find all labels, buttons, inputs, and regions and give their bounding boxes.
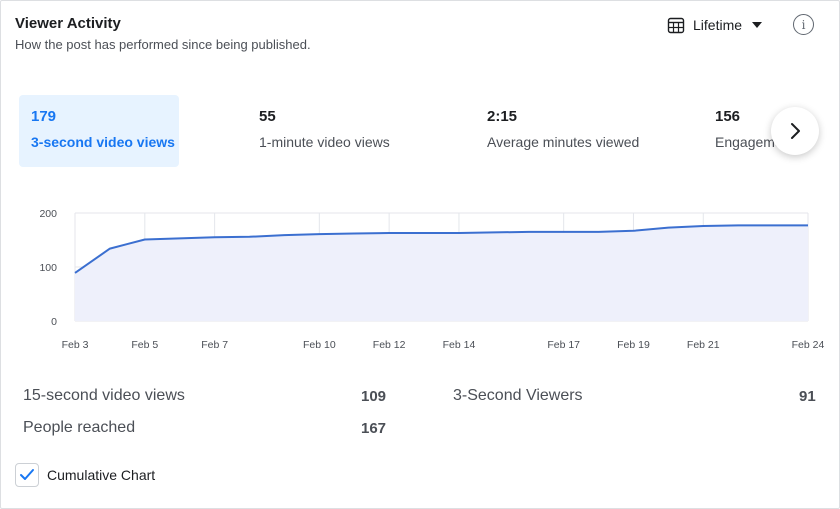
metric-value: 179: [31, 108, 57, 125]
date-range-label: Lifetime: [693, 17, 743, 33]
date-range-dropdown[interactable]: Lifetime: [667, 14, 763, 36]
x-tick-label: Feb 14: [443, 339, 476, 351]
line-chart: 200 100 0 Feb 3 Feb 5 Feb 7 Feb 10 Feb 12 Feb 14…: [39, 208, 825, 351]
cumulative-chart-toggle[interactable]: Cumulative Chart: [15, 462, 155, 488]
x-tick-label: Feb 24: [792, 339, 825, 351]
y-tick-label: 0: [51, 316, 57, 328]
stat-value-people-reached: 167: [361, 420, 387, 437]
metric-label: Average minutes viewed: [487, 134, 640, 150]
metric-tab-average-minutes[interactable]: 2:15 Average minutes viewed: [475, 95, 695, 167]
card-title: Viewer Activity: [15, 15, 121, 32]
x-tick-label: Feb 21: [687, 339, 720, 351]
checkmark-icon: [20, 469, 34, 480]
metric-tab-3-second-views[interactable]: 179 3-second video views: [19, 95, 179, 167]
viewer-activity-chart: 200 100 0 Feb 3 Feb 5 Feb 7 Feb 10 Feb 12 Feb 14…: [1, 191, 840, 361]
card-subtitle: How the post has performed since being p…: [15, 37, 311, 52]
y-tick-label: 200: [39, 208, 57, 220]
x-tick-label: Feb 5: [131, 339, 158, 351]
chevron-right-icon: [791, 123, 800, 139]
stat-value-15-second-views: 109: [361, 388, 387, 405]
metric-tab-1-minute-views[interactable]: 55 1-minute video views: [247, 95, 447, 167]
metric-value: 2:15: [487, 108, 518, 125]
next-metrics-button[interactable]: [771, 107, 819, 155]
metric-label: 3-second video views: [31, 134, 175, 150]
x-tick-label: Feb 7: [201, 339, 228, 351]
stats-table: 15-second video views 109 3-Second Viewe…: [23, 385, 823, 449]
stat-value-3-second-viewers: 91: [799, 388, 816, 405]
x-tick-label: Feb 19: [617, 339, 650, 351]
cumulative-label: Cumulative Chart: [47, 467, 156, 483]
x-tick-label: Feb 10: [303, 339, 336, 351]
stat-label-15-second-views: 15-second video views: [23, 387, 185, 404]
info-icon[interactable]: i: [793, 14, 814, 35]
metric-label: 1-minute video views: [259, 134, 390, 150]
caret-down-icon: [752, 22, 763, 28]
cumulative-checkbox[interactable]: [15, 463, 39, 487]
x-tick-label: Feb 3: [62, 339, 89, 351]
x-tick-label: Feb 12: [373, 339, 406, 351]
calendar-icon: [667, 17, 685, 34]
x-tick-label: Feb 17: [547, 339, 580, 351]
metric-tabs: 179 3-second video views 55 1-minute vid…: [19, 95, 799, 167]
area-fill: [75, 225, 808, 321]
metric-value: 55: [259, 108, 276, 125]
viewer-activity-card: Viewer Activity How the post has perform…: [0, 0, 840, 509]
y-tick-label: 100: [39, 262, 57, 274]
stat-label-3-second-viewers: 3-Second Viewers: [453, 387, 583, 404]
stat-label-people-reached: People reached: [23, 419, 136, 436]
